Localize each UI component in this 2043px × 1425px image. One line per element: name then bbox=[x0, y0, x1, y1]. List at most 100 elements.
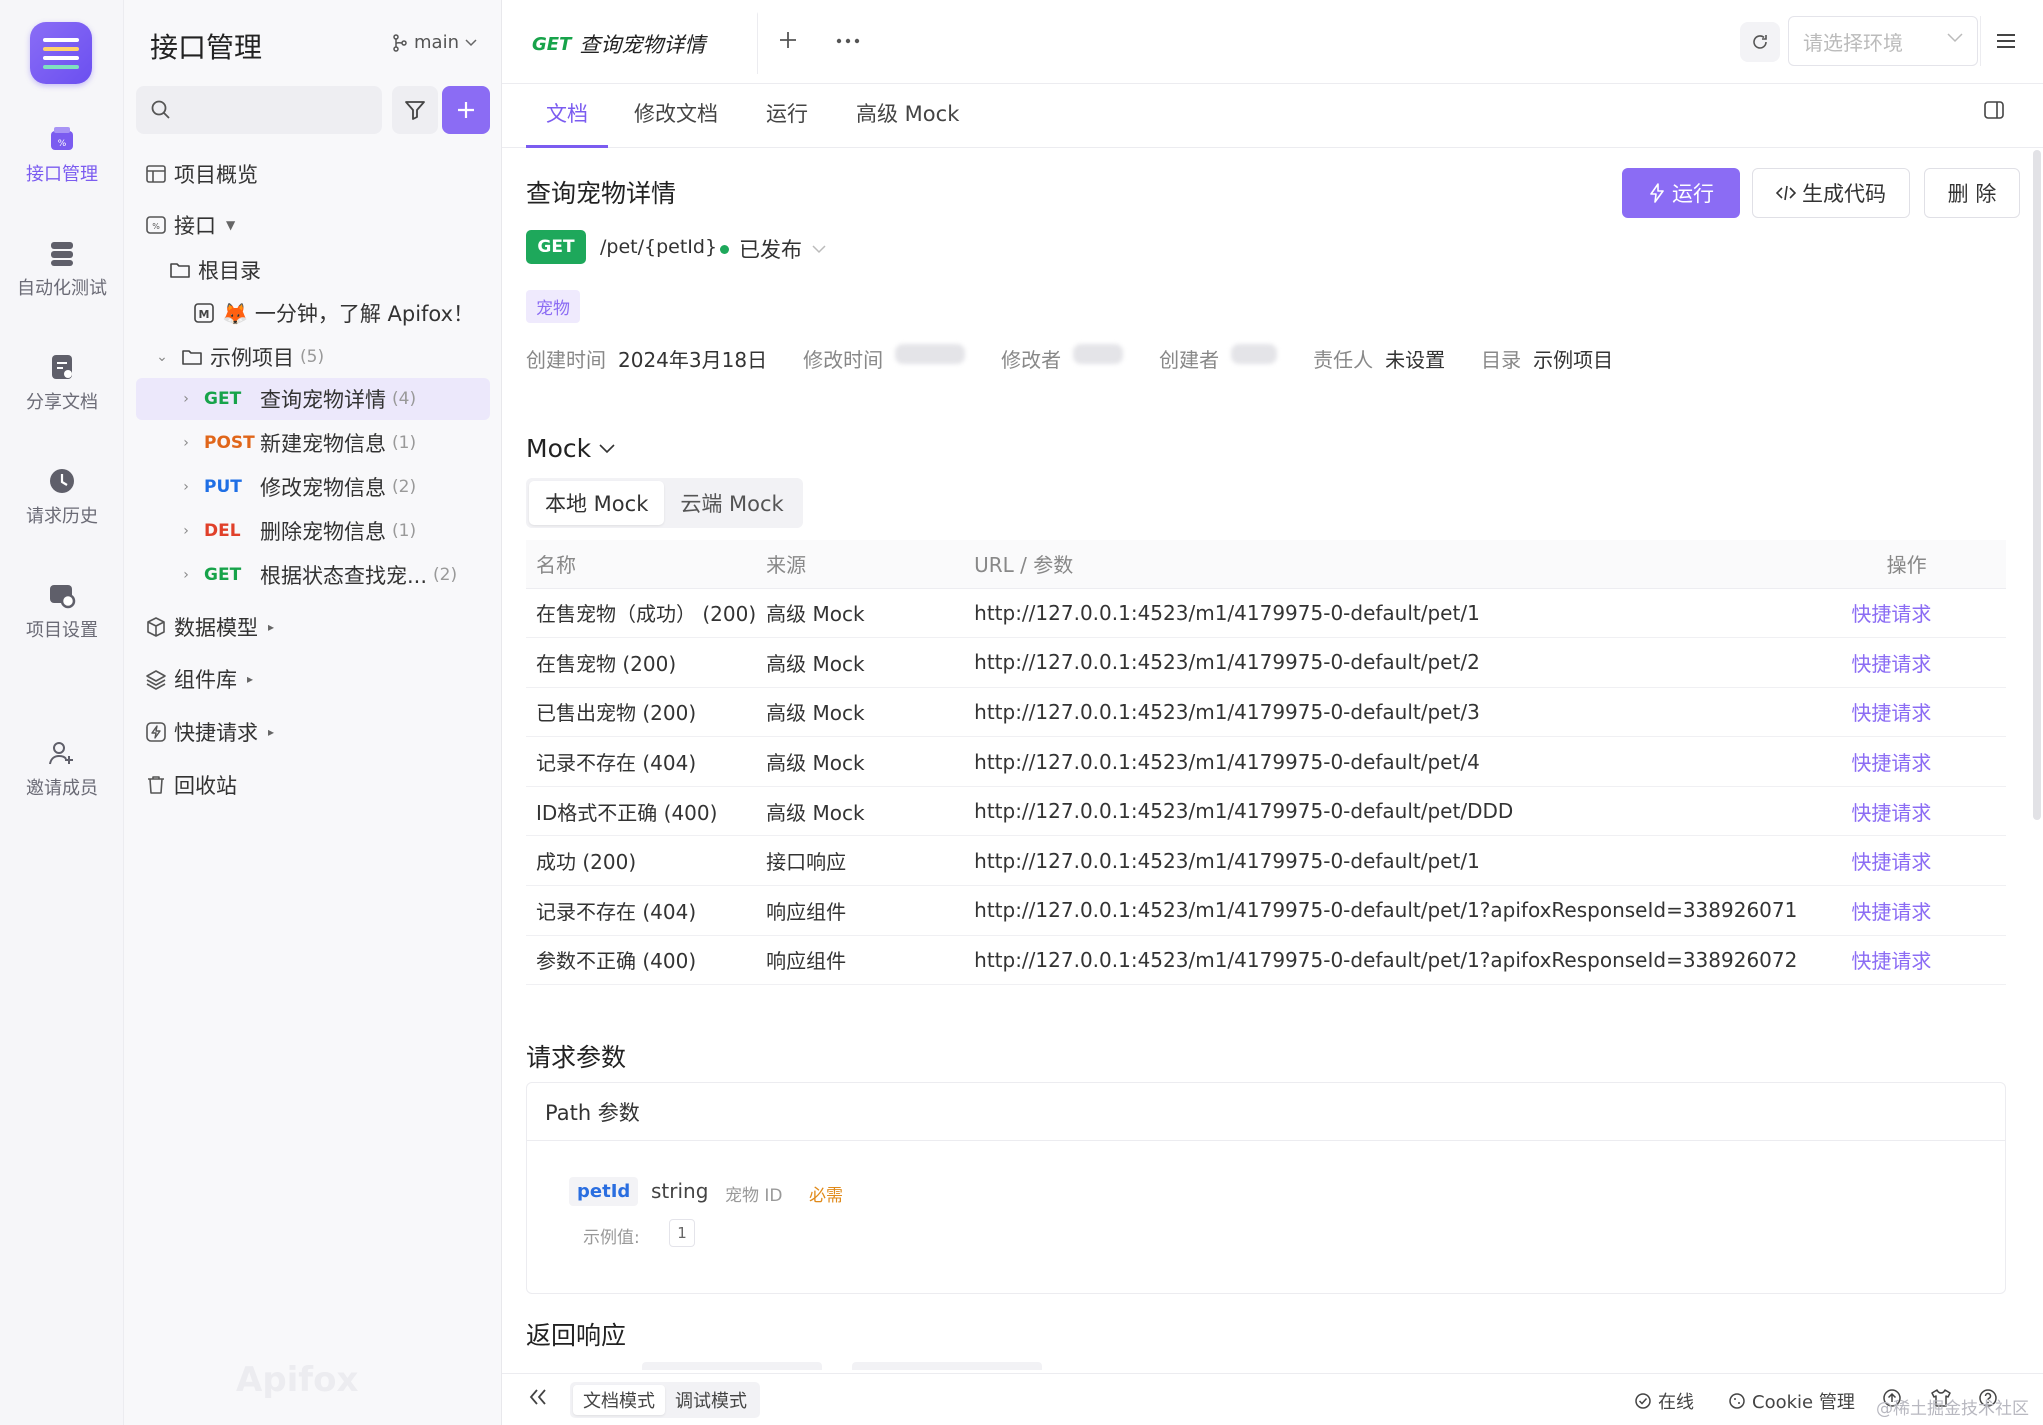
chevron-right-icon[interactable]: › bbox=[178, 523, 194, 539]
rail-item-invite[interactable]: 邀请成员 bbox=[0, 738, 124, 800]
chevron-down-icon bbox=[812, 244, 826, 253]
chevron-down-icon[interactable]: ⌄ bbox=[154, 349, 170, 365]
tree-item-components[interactable]: 组件库 ▸ bbox=[136, 658, 490, 700]
mode-docs[interactable]: 文档模式 bbox=[573, 1385, 665, 1415]
quick-request-link[interactable]: 快捷请求 bbox=[1797, 637, 2006, 688]
owner-value[interactable]: 未设置 bbox=[1385, 344, 1445, 373]
delete-button[interactable]: 删 除 bbox=[1924, 168, 2020, 218]
app-logo[interactable] bbox=[30, 22, 92, 84]
tree-search-input[interactable] bbox=[136, 86, 382, 134]
settings-icon bbox=[47, 580, 77, 610]
bottom-status-bar: 文档模式 调试模式 在线 Cookie 管理 @稀土掘金技术社区 bbox=[502, 1373, 2043, 1425]
endpoint-name: 根据状态查找宠... bbox=[260, 564, 428, 588]
cookie-manager-button[interactable]: Cookie 管理 bbox=[1728, 1388, 1855, 1414]
segment-cloud-mock[interactable]: 云端 Mock bbox=[664, 481, 799, 525]
main-menu-button[interactable] bbox=[1980, 16, 2030, 66]
chevron-down-icon bbox=[599, 443, 615, 453]
mode-segment: 文档模式 调试模式 bbox=[570, 1382, 760, 1418]
tab-run[interactable]: 运行 bbox=[766, 98, 808, 148]
tree-item-endpoint[interactable]: › PUT 修改宠物信息 (2) bbox=[136, 466, 490, 508]
tree-item-endpoint[interactable]: › POST 新建宠物信息 (1) bbox=[136, 422, 490, 464]
quick-request-link[interactable]: 快捷请求 bbox=[1797, 786, 2006, 837]
tree-item-endpoint[interactable]: › DEL 删除宠物信息 (1) bbox=[136, 510, 490, 552]
rail-item-settings[interactable]: 项目设置 bbox=[0, 580, 124, 642]
add-button[interactable] bbox=[442, 86, 490, 134]
quick-request-link[interactable]: 快捷请求 bbox=[1797, 736, 2006, 787]
tree-item-data-models[interactable]: 数据模型 ▸ bbox=[136, 606, 490, 648]
quick-request-link[interactable]: 快捷请求 bbox=[1797, 835, 2006, 887]
tab-edit-docs[interactable]: 修改文档 bbox=[634, 98, 718, 148]
mock-section-toggle[interactable]: Mock bbox=[526, 434, 615, 463]
history-icon bbox=[47, 466, 77, 496]
example-label: 示例值: bbox=[583, 1228, 640, 1248]
branch-selector[interactable]: main bbox=[392, 32, 477, 53]
tree-item-overview[interactable]: 项目概览 bbox=[136, 153, 490, 195]
invite-icon bbox=[47, 738, 77, 768]
param-description: 宠物 ID bbox=[725, 1186, 783, 1206]
chevron-right-icon[interactable]: › bbox=[178, 391, 194, 407]
method-badge: PUT bbox=[204, 477, 242, 497]
cube-icon bbox=[147, 617, 165, 637]
method-badge: GET bbox=[526, 230, 586, 264]
status-select[interactable]: 已发布 bbox=[720, 234, 826, 264]
tab-advanced-mock[interactable]: 高级 Mock bbox=[856, 98, 959, 148]
rail-item-automation[interactable]: 自动化测试 bbox=[0, 238, 124, 300]
status-dot bbox=[720, 244, 729, 254]
table-row: 记录不存在 (404) 高级 Mock http://127.0.0.1:452… bbox=[526, 736, 2006, 787]
code-icon bbox=[1776, 185, 1796, 201]
chevron-down-icon bbox=[465, 38, 477, 46]
tree-item-intro-doc[interactable]: M 🦊 一分钟，了解 Apifox！ bbox=[136, 292, 490, 334]
api-icon: % bbox=[47, 124, 77, 154]
rail-item-api-management[interactable]: % 接口管理 bbox=[0, 124, 124, 186]
tree-item-endpoint[interactable]: › GET 查询宠物详情 (4) bbox=[136, 378, 490, 420]
layers-icon bbox=[146, 670, 166, 690]
tree-item-trash[interactable]: 回收站 bbox=[136, 764, 490, 806]
generate-code-button[interactable]: 生成代码 bbox=[1752, 168, 1910, 218]
table-row: 在售宠物 (200) 高级 Mock http://127.0.0.1:4523… bbox=[526, 637, 2006, 688]
rail-item-share-docs[interactable]: 分享文档 bbox=[0, 352, 124, 414]
chevron-right-icon[interactable]: › bbox=[178, 479, 194, 495]
tree-item-endpoint[interactable]: › GET 根据状态查找宠... (2) bbox=[136, 554, 490, 596]
request-params-title: 请求参数 bbox=[526, 1043, 627, 1072]
table-row: 成功 (200) 接口响应 http://127.0.0.1:4523/m1/4… bbox=[526, 835, 2006, 887]
environment-select[interactable]: 请选择环境 bbox=[1788, 16, 1978, 66]
chevron-right-icon[interactable]: › bbox=[178, 435, 194, 451]
plus-icon bbox=[458, 102, 474, 118]
tree-item-example-folder[interactable]: ⌄ 示例项目 (5) bbox=[136, 336, 490, 378]
mode-debug[interactable]: 调试模式 bbox=[665, 1385, 757, 1415]
table-header-row: 名称 来源 URL / 参数 操作 bbox=[526, 540, 2006, 589]
tab-docs[interactable]: 文档 bbox=[526, 98, 608, 148]
refresh-button[interactable] bbox=[1740, 22, 1780, 62]
tree-item-quick-requests[interactable]: 快捷请求 ▸ bbox=[136, 711, 490, 753]
rail-item-history[interactable]: 请求历史 bbox=[0, 466, 124, 528]
filter-button[interactable] bbox=[392, 86, 438, 134]
quick-request-link[interactable]: 快捷请求 bbox=[1797, 935, 2006, 986]
online-status[interactable]: 在线 bbox=[1634, 1388, 1694, 1414]
chevron-right-icon[interactable]: › bbox=[178, 567, 194, 583]
table-row: 记录不存在 (404) 响应组件 http://127.0.0.1:4523/m… bbox=[526, 885, 2006, 936]
new-tab-button[interactable] bbox=[776, 28, 800, 52]
svg-text:%: % bbox=[152, 222, 160, 231]
cookie-icon bbox=[1729, 1393, 1745, 1409]
segment-local-mock[interactable]: 本地 Mock bbox=[529, 481, 665, 525]
rail-label: 自动化测试 bbox=[17, 278, 107, 299]
quick-request-link[interactable]: 快捷请求 bbox=[1797, 885, 2006, 936]
collapse-sidebar-button[interactable] bbox=[528, 1388, 548, 1406]
side-panel-toggle[interactable] bbox=[1982, 98, 2006, 122]
check-circle-icon bbox=[1635, 1393, 1651, 1409]
trash-icon bbox=[148, 776, 164, 794]
layout-icon bbox=[146, 165, 166, 183]
quick-request-link[interactable]: 快捷请求 bbox=[1797, 588, 2006, 639]
tree-item-root[interactable]: 根目录 bbox=[136, 249, 490, 291]
run-button[interactable]: 运行 bbox=[1622, 168, 1740, 218]
content-scrollbar[interactable] bbox=[2033, 150, 2041, 820]
quick-request-link[interactable]: 快捷请求 bbox=[1797, 687, 2006, 738]
path-params-card: Path 参数 petId string 宠物 ID 必需 示例值: 1 bbox=[526, 1082, 2006, 1294]
more-tabs-button[interactable] bbox=[836, 38, 860, 44]
api-doc-content: 查询宠物详情 运行 生成代码 删 除 GET /pet/{petId} 已发布 … bbox=[502, 148, 2043, 1373]
param-name[interactable]: petId bbox=[569, 1177, 639, 1206]
api-tag[interactable]: 宠物 bbox=[526, 290, 580, 323]
open-api-tab[interactable]: GET 查询宠物详情 bbox=[516, 12, 758, 74]
tree-item-apis[interactable]: % 接口 ▼ bbox=[136, 204, 490, 246]
directory-value[interactable]: 示例项目 bbox=[1533, 344, 1613, 373]
